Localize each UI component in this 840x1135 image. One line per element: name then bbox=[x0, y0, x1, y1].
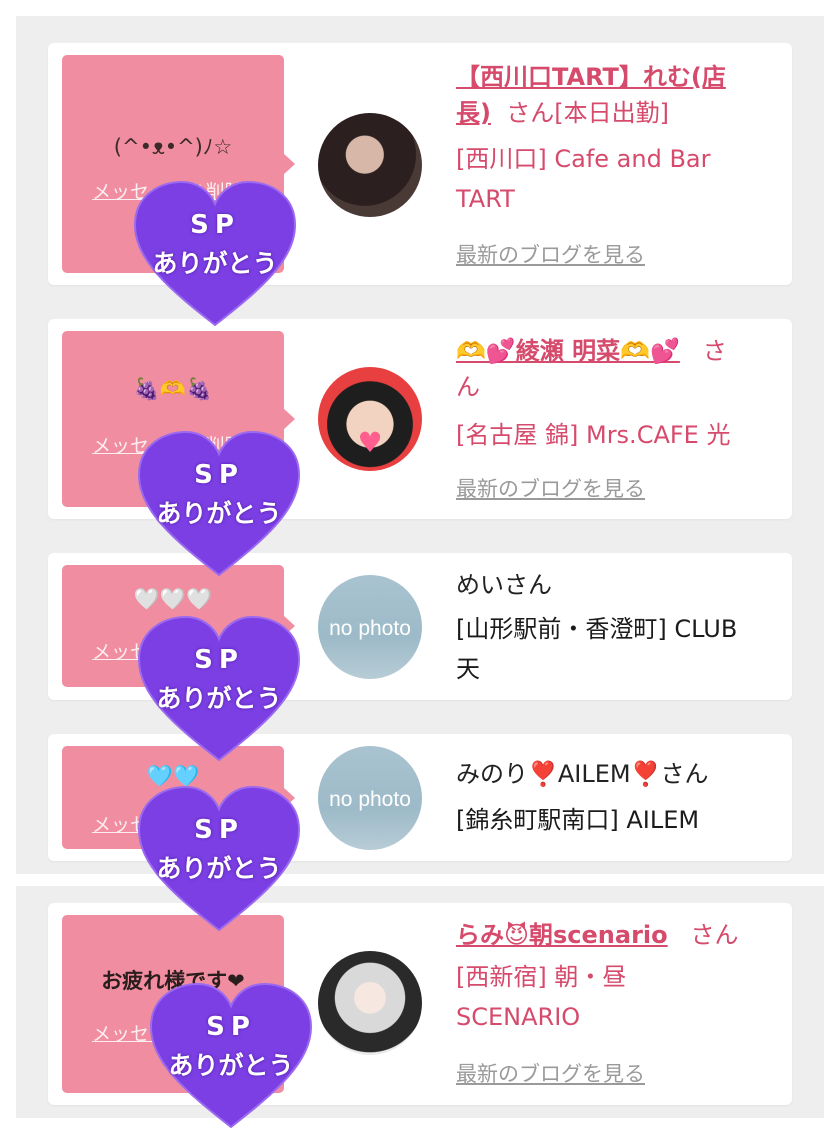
sender-name-link[interactable]: 🫶💕綾瀬 明菜🫶💕 bbox=[456, 337, 680, 365]
avatar[interactable] bbox=[318, 951, 422, 1055]
avatar[interactable]: no photo bbox=[318, 575, 422, 679]
sp-thanks-heart-sticker: SP ありがとう bbox=[130, 180, 300, 330]
sticker-text-sp: SP bbox=[194, 460, 244, 490]
sp-thanks-heart-sticker: SP ありがとう bbox=[134, 785, 304, 935]
sticker-text-sp: SP bbox=[194, 815, 244, 845]
honorific-san: さん bbox=[690, 921, 739, 949]
status-label: [本日出勤] bbox=[554, 99, 669, 127]
sticker-text-sp: SP bbox=[194, 645, 244, 675]
heart-sticker-icon: ♥ bbox=[357, 426, 383, 459]
sender-name-link[interactable]: らみ😈朝scenario bbox=[456, 921, 668, 949]
shop-name: [錦糸町駅南口] AILEM bbox=[456, 806, 700, 834]
sender-name: めいさん bbox=[456, 571, 552, 599]
message-text: (^•ᴥ•^)ﾉ☆ bbox=[113, 135, 233, 159]
shop-name: [名古屋 錦] Mrs.CAFE 光 bbox=[456, 421, 731, 449]
sp-thanks-heart-sticker: SP ありがとう bbox=[134, 430, 304, 580]
avatar[interactable]: no photo bbox=[318, 746, 422, 850]
sender-name: みのり❣️AILEM❣️さん bbox=[456, 760, 709, 788]
card-name-block: 【西川口TART】れむ(店 長) さん[本日出勤] bbox=[456, 59, 776, 131]
sticker-text-thanks: ありがとう bbox=[152, 249, 278, 278]
card-name-block: らみ😈朝scenario さん bbox=[456, 917, 776, 953]
no-photo-label: no photo bbox=[329, 617, 411, 640]
avatar[interactable] bbox=[318, 113, 422, 217]
latest-blog-link[interactable]: 最新のブログを見る bbox=[456, 239, 645, 269]
shop-name: [西新宿] 朝・昼 SCENARIO bbox=[456, 963, 627, 1031]
sp-thanks-heart-sticker: SP ありがとう bbox=[134, 615, 304, 765]
message-text: 🍇🫶🍇 bbox=[133, 377, 213, 401]
latest-blog-link[interactable]: 最新のブログを見る bbox=[456, 1058, 645, 1088]
sticker-text-sp: SP bbox=[206, 1012, 256, 1042]
shop-name: [西川口] Cafe and Bar TART bbox=[456, 145, 711, 213]
latest-blog-link[interactable]: 最新のブログを見る bbox=[456, 473, 645, 503]
no-photo-label: no photo bbox=[329, 788, 411, 811]
sticker-text-sp: SP bbox=[190, 210, 240, 240]
message-text: 🤍🤍🤍 bbox=[133, 587, 213, 611]
sp-thanks-heart-sticker: SP ありがとう bbox=[146, 982, 316, 1132]
card-name-block: 🫶💕綾瀬 明菜🫶💕 さん bbox=[456, 337, 727, 401]
sticker-text-thanks: ありがとう bbox=[156, 684, 282, 713]
sticker-text-thanks: ありがとう bbox=[168, 1051, 294, 1080]
sticker-text-thanks: ありがとう bbox=[156, 499, 282, 528]
shop-name: [山形駅前・香澄町] CLUB 天 bbox=[456, 615, 738, 683]
sticker-text-thanks: ありがとう bbox=[156, 854, 282, 883]
honorific-san: さん bbox=[506, 99, 555, 127]
honorific-san: さ bbox=[702, 337, 727, 365]
avatar[interactable]: ♥ bbox=[318, 367, 422, 471]
